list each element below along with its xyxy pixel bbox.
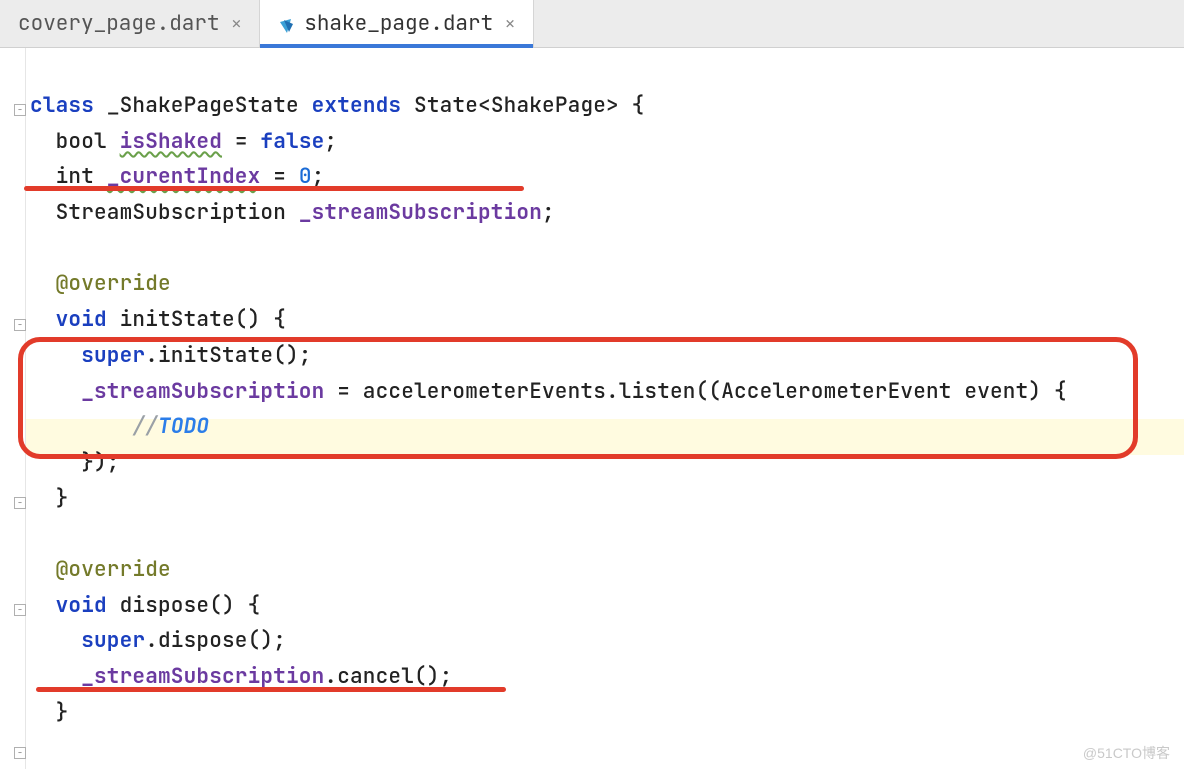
close-icon[interactable]: ✕ [505, 13, 515, 34]
super-type: State<ShakePage> [414, 92, 619, 119]
keyword-false: false [260, 128, 324, 155]
annotation-underline [24, 186, 524, 191]
type-bool: bool [56, 128, 120, 155]
field-streamSubscription: _streamSubscription [299, 199, 542, 226]
tab-covery-page[interactable]: covery_page.dart ✕ [0, 0, 260, 47]
fold-marker-icon[interactable]: − [14, 747, 26, 759]
tab-label: shake_page.dart [304, 10, 493, 37]
call-super-dispose: .dispose(); [145, 627, 286, 654]
field-streamSubscription: _streamSubscription [81, 663, 324, 690]
annotation-override: @override [56, 556, 171, 583]
code-editor[interactable]: class _ShakePageState extends State<Shak… [0, 48, 1184, 730]
tab-label: covery_page.dart [18, 10, 220, 37]
annotation-override: @override [56, 270, 171, 297]
watermark: @51CTO博客 [1083, 743, 1170, 763]
keyword-void: void [56, 592, 107, 619]
field-streamSubscription: _streamSubscription [81, 378, 324, 405]
call-cancel: .cancel(); [324, 663, 452, 690]
keyword-super: super [81, 342, 145, 369]
todo-comment: TODO [158, 413, 209, 440]
keyword-void: void [56, 306, 107, 333]
method-dispose: dispose() { [107, 592, 261, 619]
field-isShaked: isShaked [120, 128, 222, 155]
tab-shake-page[interactable]: shake_page.dart ✕ [260, 0, 534, 47]
call-super-initState: .initState(); [145, 342, 311, 369]
keyword-class: class [30, 92, 94, 119]
listen-close: }); [81, 449, 119, 476]
dart-file-icon [278, 15, 296, 33]
editor-tabs: covery_page.dart ✕ shake_page.dart ✕ [0, 0, 1184, 48]
annotation-underline [36, 687, 506, 692]
semi: ; [324, 128, 337, 155]
eq: = [222, 128, 260, 155]
brace-close: } [56, 485, 69, 512]
keyword-extends: extends [312, 92, 402, 119]
comment-slashes: // [132, 413, 158, 440]
type-streamsub: StreamSubscription [56, 199, 299, 226]
method-initState: initState() { [107, 306, 286, 333]
keyword-super: super [81, 627, 145, 654]
class-name: _ShakePageState [107, 92, 299, 119]
listen-call: = accelerometerEvents.listen((Accelerome… [324, 378, 1066, 405]
brace: { [619, 92, 645, 119]
brace-close: } [56, 699, 69, 726]
semi: ; [542, 199, 555, 226]
close-icon[interactable]: ✕ [232, 13, 242, 34]
